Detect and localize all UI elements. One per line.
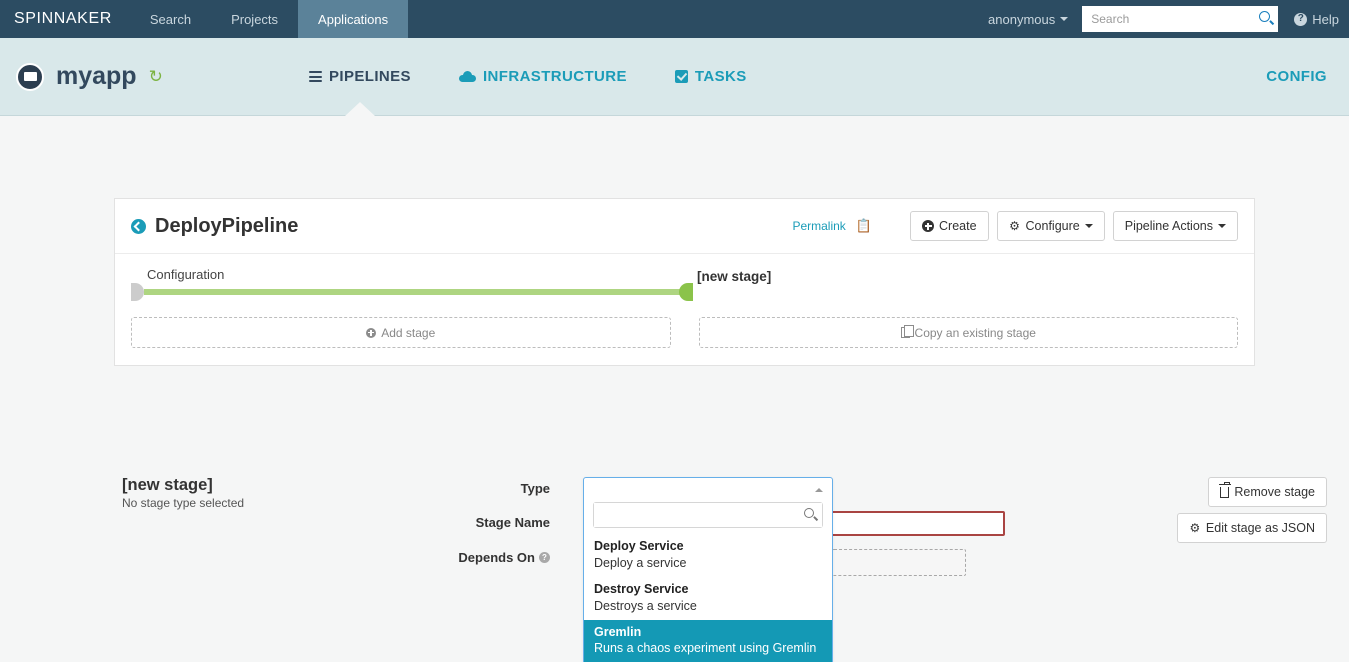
- chevron-down-icon: [1218, 224, 1226, 228]
- graph-node-configuration[interactable]: [131, 283, 144, 301]
- user-menu-label: anonymous: [988, 11, 1056, 27]
- remove-stage-label: Remove stage: [1234, 485, 1315, 499]
- plus-circle-icon: [922, 220, 934, 232]
- config-link[interactable]: CONFIG: [1266, 68, 1327, 85]
- graph-node-configuration-label: Configuration: [147, 267, 225, 282]
- gear-icon: ⚙: [1189, 521, 1201, 535]
- chevron-down-icon: [1084, 224, 1093, 228]
- graph-edge: [144, 289, 687, 295]
- dropdown-option-destroy-service[interactable]: Destroy Service Destroys a service: [584, 577, 832, 620]
- cloud-icon: [458, 71, 476, 82]
- dropdown-search-input[interactable]: [594, 503, 822, 527]
- help-label: Help: [1312, 11, 1339, 27]
- copy-existing-stage-label: Copy an existing stage: [914, 325, 1036, 340]
- configure-button-label: Configure: [1025, 219, 1080, 233]
- add-stage-button[interactable]: Add stage: [131, 317, 671, 348]
- plus-circle-icon: [366, 327, 377, 338]
- clipboard-icon[interactable]: 📋: [856, 218, 872, 234]
- topnav-item-search[interactable]: Search: [130, 0, 211, 38]
- stage-title-block: [new stage] No stage type selected: [122, 476, 244, 510]
- option-description: Runs a chaos experiment using Gremlin: [594, 641, 817, 656]
- question-circle-icon: ?: [1294, 12, 1308, 26]
- search-icon: [804, 508, 814, 518]
- pipeline-graph: Configuration [new stage]: [131, 267, 1238, 309]
- appnav-label-pipelines: PIPELINES: [329, 68, 411, 85]
- stage-type-dropdown[interactable]: Deploy Service Deploy a service Destroy …: [583, 477, 833, 662]
- edit-stage-as-json-button[interactable]: ⚙ Edit stage as JSON: [1176, 513, 1327, 543]
- application-logo-icon: [16, 62, 44, 91]
- application-header: myapp ↻ PIPELINES INFRASTRUCTURE TASKS C…: [0, 38, 1349, 116]
- checkbox-icon: [674, 70, 688, 83]
- pipeline-card-body: Configuration [new stage] Add stage Copy…: [115, 254, 1254, 365]
- topnav-item-projects[interactable]: Projects: [211, 0, 298, 38]
- graph-node-new-stage[interactable]: [679, 283, 693, 301]
- pipeline-card: DeployPipeline Permalink 📋 Create ⚙ Conf…: [114, 198, 1255, 366]
- pipeline-actions-label: Pipeline Actions: [1124, 219, 1213, 233]
- global-search-box[interactable]: [1082, 6, 1279, 32]
- dropdown-search-box[interactable]: [593, 502, 823, 528]
- option-name: Destroy Service: [594, 581, 689, 596]
- depends-on-dropzone[interactable]: [832, 549, 966, 576]
- pipeline-actions-button[interactable]: Pipeline Actions: [1112, 211, 1238, 241]
- help-circle-icon[interactable]: ?: [539, 552, 550, 563]
- refresh-icon[interactable]: ↻: [149, 68, 163, 85]
- global-search-input[interactable]: [1082, 6, 1279, 32]
- dropdown-header[interactable]: [584, 478, 832, 502]
- trash-icon: [1219, 481, 1232, 498]
- copy-icon: [900, 324, 915, 338]
- application-nav: PIPELINES INFRASTRUCTURE TASKS: [285, 38, 771, 115]
- user-menu[interactable]: anonymous: [974, 12, 1082, 27]
- stage-action-buttons: Remove stage ⚙ Edit stage as JSON: [1176, 477, 1327, 543]
- add-stage-label: Add stage: [381, 325, 436, 340]
- topnav-item-applications[interactable]: Applications: [298, 0, 409, 38]
- stage-name-input[interactable]: [823, 511, 1005, 536]
- label-type: Type: [520, 481, 550, 496]
- list-icon: [309, 71, 322, 82]
- appnav-item-tasks[interactable]: TASKS: [651, 38, 771, 115]
- permalink-link[interactable]: Permalink: [792, 219, 845, 233]
- chevron-up-icon[interactable]: [815, 488, 823, 492]
- option-name: Gremlin: [594, 624, 642, 639]
- collapse-toggle-icon[interactable]: [131, 218, 146, 234]
- option-name: Deploy Service: [594, 539, 684, 553]
- appnav-item-infrastructure[interactable]: INFRASTRUCTURE: [435, 38, 651, 115]
- pipeline-card-header: DeployPipeline Permalink 📋 Create ⚙ Conf…: [115, 199, 1254, 254]
- dropdown-option-deploy-service[interactable]: Deploy Service Deploy a service: [584, 534, 832, 577]
- stage-buttons-row: Add stage Copy an existing stage: [131, 317, 1238, 348]
- dropdown-option-list: Deploy Service Deploy a service Destroy …: [584, 534, 832, 662]
- label-depends-on-text: Depends On: [458, 550, 535, 565]
- spinnaker-brand-link[interactable]: SPINNAKER: [0, 0, 130, 38]
- stage-subtitle: No stage type selected: [122, 495, 245, 510]
- copy-existing-stage-button[interactable]: Copy an existing stage: [698, 317, 1238, 348]
- option-description: Destroys a service: [594, 598, 697, 613]
- label-stage-name: Stage Name: [475, 515, 550, 530]
- gear-icon: ⚙: [1009, 219, 1020, 233]
- stage-title: [new stage]: [122, 476, 213, 494]
- appnav-item-pipelines[interactable]: PIPELINES: [285, 38, 435, 115]
- create-button[interactable]: Create: [910, 211, 989, 241]
- appnav-label-tasks: TASKS: [694, 68, 747, 85]
- application-name: myapp: [56, 62, 137, 90]
- top-navigation-bar: SPINNAKER Search Projects Applications a…: [0, 0, 1349, 38]
- pipeline-header-actions: Permalink 📋 Create ⚙ Configure Pipeline …: [792, 211, 1238, 241]
- help-link[interactable]: ? Help: [1278, 12, 1339, 27]
- dropdown-option-gremlin[interactable]: Gremlin Runs a chaos experiment using Gr…: [584, 619, 832, 662]
- label-depends-on: Depends On ?: [380, 550, 550, 565]
- remove-stage-button[interactable]: Remove stage: [1208, 477, 1327, 507]
- create-button-label: Create: [939, 219, 977, 233]
- search-icon[interactable]: [1259, 11, 1271, 22]
- application-title-group: myapp ↻: [0, 62, 163, 91]
- appnav-label-infrastructure: INFRASTRUCTURE: [482, 68, 627, 85]
- configure-button[interactable]: ⚙ Configure: [996, 211, 1105, 241]
- graph-node-new-stage-label: [new stage]: [697, 269, 772, 284]
- chevron-down-icon: [1060, 17, 1069, 21]
- topnav-right-group: anonymous ? Help: [974, 0, 1349, 38]
- pipeline-name: DeployPipeline: [155, 214, 299, 237]
- option-description: Deploy a service: [594, 555, 687, 570]
- edit-stage-as-json-label: Edit stage as JSON: [1205, 521, 1315, 535]
